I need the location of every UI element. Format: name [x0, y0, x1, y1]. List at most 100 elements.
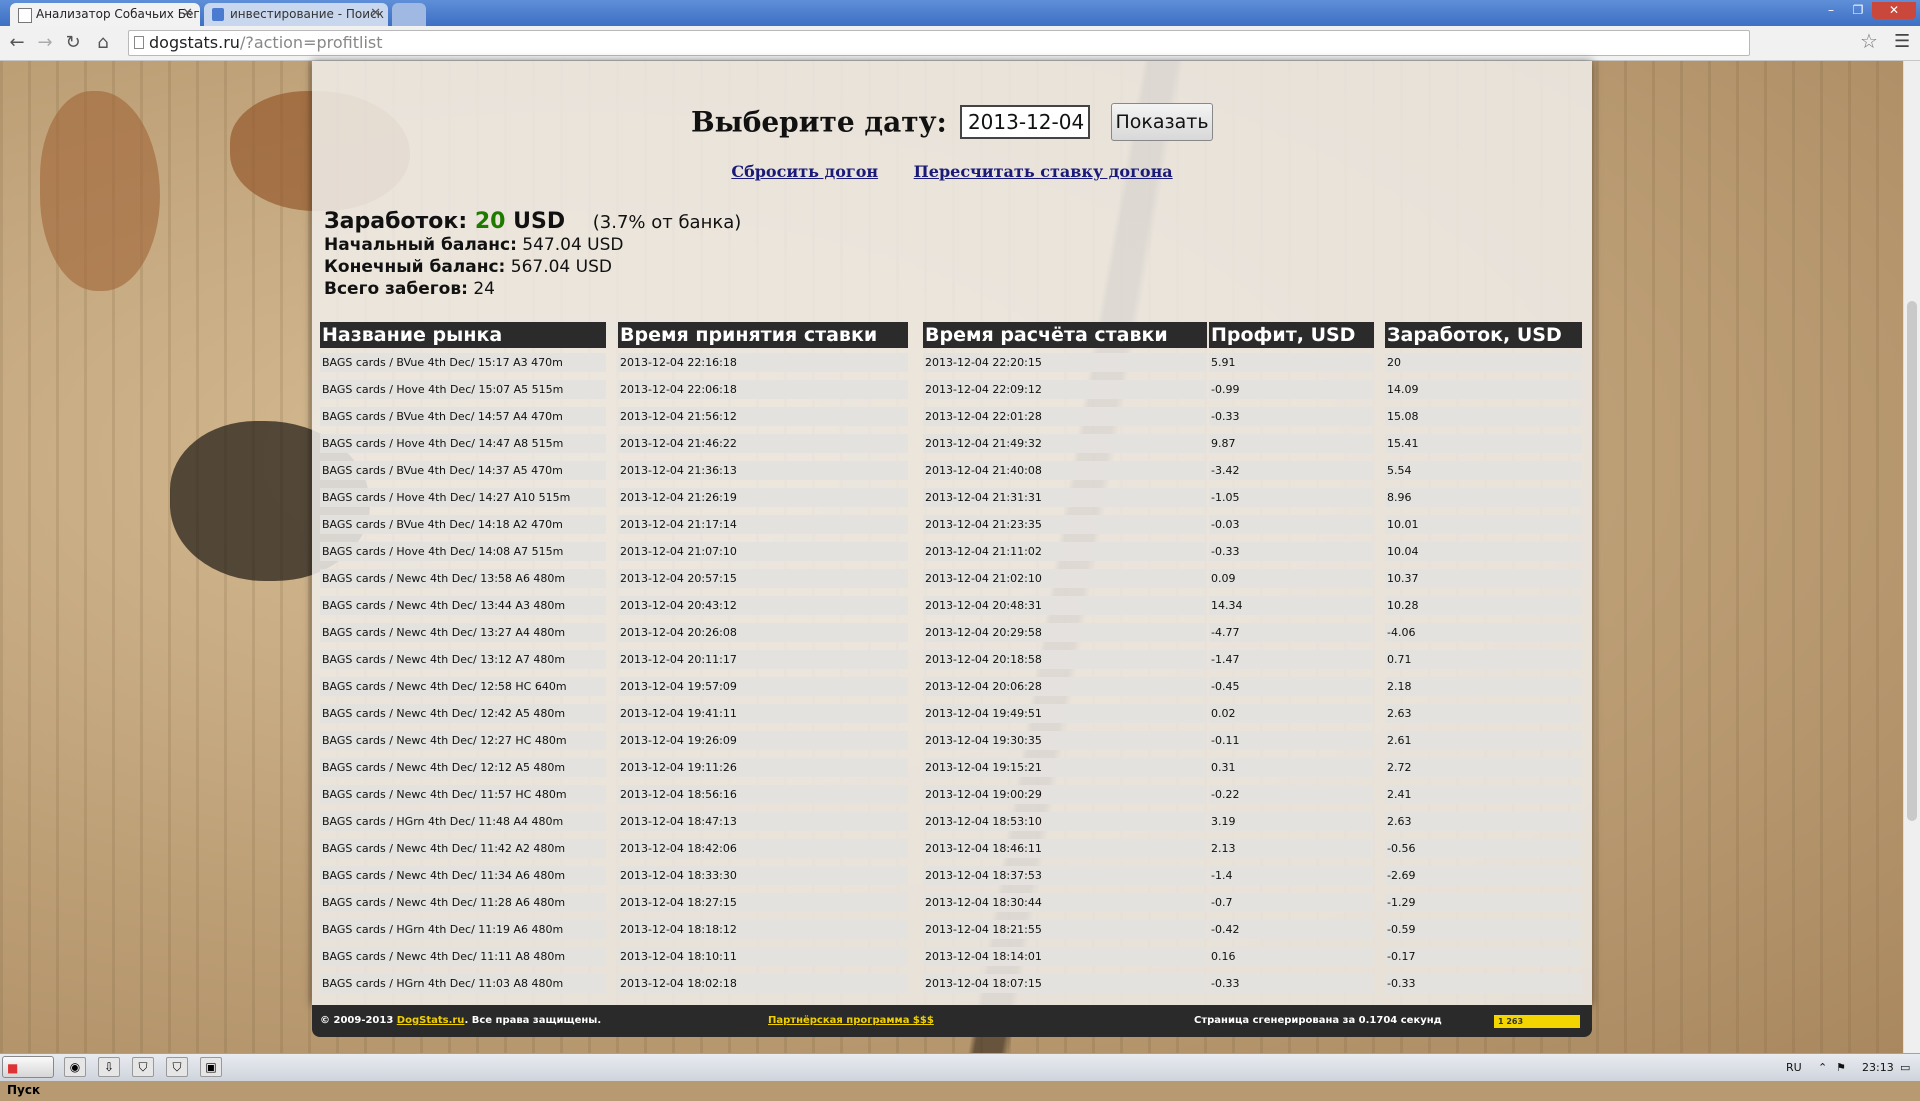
header-earnings: Заработок, USD [1385, 322, 1582, 348]
bet-settled-cell: 2013-12-04 20:48:31 [923, 596, 1207, 615]
minimize-icon[interactable]: – [1818, 2, 1844, 19]
bet-settled-cell: 2013-12-04 21:49:32 [923, 434, 1207, 453]
close-tab-icon[interactable]: ✕ [182, 6, 193, 21]
site-link[interactable]: DogStats.ru [397, 1015, 465, 1026]
start-balance-line: Начальный баланс: 547.04 USD [324, 234, 741, 256]
end-balance-label: Конечный баланс: [324, 257, 506, 277]
table-row: BAGS cards / Newc 4th Dec/ 12:27 HC 480m… [312, 731, 1592, 758]
tray-expand-icon[interactable]: ⌃ [1818, 1054, 1827, 1081]
bet-settled-cell: 2013-12-04 22:09:12 [923, 380, 1207, 399]
earnings-cell: -2.69 [1385, 866, 1582, 885]
profit-cell: -0.33 [1209, 974, 1374, 993]
tab-dogstats[interactable]: Анализатор Собачьих Бегов ✕ [10, 3, 200, 26]
shield-icon[interactable]: ⛉ [132, 1057, 154, 1077]
market-name-cell: BAGS cards / Hove 4th Dec/ 14:47 A8 515m [320, 434, 606, 453]
bet-accepted-cell: 2013-12-04 20:26:08 [618, 623, 908, 642]
market-name-cell: BAGS cards / Newc 4th Dec/ 11:11 A8 480m [320, 947, 606, 966]
shield-icon-2[interactable]: ⛉ [166, 1057, 188, 1077]
home-icon[interactable]: ⌂ [92, 32, 114, 54]
bet-accepted-cell: 2013-12-04 18:27:15 [618, 893, 908, 912]
profit-cell: -0.45 [1209, 677, 1374, 696]
market-name-cell: BAGS cards / Newc 4th Dec/ 11:57 HC 480m [320, 785, 606, 804]
arrow-down-icon[interactable]: ⇩ [98, 1057, 120, 1077]
bet-accepted-cell: 2013-12-04 21:26:19 [618, 488, 908, 507]
new-tab-button[interactable] [392, 3, 426, 26]
earnings-cell: 2.63 [1385, 704, 1582, 723]
scrollbar-thumb[interactable] [1907, 301, 1917, 821]
visit-counter-badge[interactable]: 1 263 [1494, 1015, 1580, 1028]
window-icon[interactable]: ▣ [200, 1057, 222, 1077]
page-icon [134, 36, 144, 49]
recalc-dogon-link[interactable]: Пересчитать ставку догона [914, 162, 1173, 181]
vertical-scrollbar[interactable] [1903, 61, 1920, 1053]
market-name-cell: BAGS cards / Newc 4th Dec/ 12:27 HC 480m [320, 731, 606, 750]
market-name-cell: BAGS cards / BVue 4th Dec/ 15:17 A3 470m [320, 353, 606, 372]
address-bar[interactable]: dogstats.ru/?action=profitlist [128, 30, 1750, 56]
bet-accepted-cell: 2013-12-04 20:43:12 [618, 596, 908, 615]
market-name-cell: BAGS cards / BVue 4th Dec/ 14:18 A2 470m [320, 515, 606, 534]
close-window-icon[interactable]: ✕ [1872, 2, 1916, 19]
copyright-prefix: © 2009-2013 [320, 1015, 394, 1026]
address-host: dogstats.ru [149, 33, 240, 52]
earnings-value: 20 [474, 209, 506, 234]
language-indicator[interactable]: RU [1786, 1054, 1802, 1081]
bet-settled-cell: 2013-12-04 20:29:58 [923, 623, 1207, 642]
bet-accepted-cell: 2013-12-04 21:56:12 [618, 407, 908, 426]
partner-program-link[interactable]: Партнёрская программа $$$ [768, 1005, 934, 1037]
table-row: BAGS cards / HGrn 4th Dec/ 11:19 A6 480m… [312, 920, 1592, 947]
header-market-name: Название рынка [320, 322, 606, 348]
date-input[interactable]: 2013-12-04 [959, 105, 1090, 139]
table-row: BAGS cards / BVue 4th Dec/ 14:57 A4 470m… [312, 407, 1592, 434]
bet-settled-cell: 2013-12-04 18:21:55 [923, 920, 1207, 939]
bet-settled-cell: 2013-12-04 18:53:10 [923, 812, 1207, 831]
bet-settled-cell: 2013-12-04 19:15:21 [923, 758, 1207, 777]
end-balance-value: 567.04 USD [510, 257, 612, 277]
maximize-icon[interactable]: ❐ [1845, 2, 1871, 19]
market-name-cell: BAGS cards / Newc 4th Dec/ 12:58 HC 640m [320, 677, 606, 696]
chrome-icon[interactable]: ◉ [64, 1057, 86, 1077]
bet-accepted-cell: 2013-12-04 18:47:13 [618, 812, 908, 831]
market-name-cell: BAGS cards / Newc 4th Dec/ 12:42 A5 480m [320, 704, 606, 723]
reset-dogon-link[interactable]: Сбросить догон [731, 162, 878, 181]
earnings-cell: 10.01 [1385, 515, 1582, 534]
bookmark-star-icon[interactable]: ☆ [1860, 29, 1878, 53]
bet-accepted-cell: 2013-12-04 18:33:30 [618, 866, 908, 885]
reload-icon[interactable]: ↻ [62, 32, 84, 54]
market-name-cell: BAGS cards / Newc 4th Dec/ 13:12 A7 480m [320, 650, 606, 669]
profit-cell: 2.13 [1209, 839, 1374, 858]
bet-accepted-cell: 2013-12-04 18:42:06 [618, 839, 908, 858]
market-name-cell: BAGS cards / Newc 4th Dec/ 13:27 A4 480m [320, 623, 606, 642]
bet-settled-cell: 2013-12-04 21:02:10 [923, 569, 1207, 588]
forward-arrow-icon[interactable]: → [34, 32, 56, 54]
table-row: BAGS cards / HGrn 4th Dec/ 11:48 A4 480m… [312, 812, 1592, 839]
table-row: BAGS cards / Hove 4th Dec/ 14:08 A7 515m… [312, 542, 1592, 569]
table-row: BAGS cards / Newc 4th Dec/ 11:28 A6 480m… [312, 893, 1592, 920]
market-name-cell: BAGS cards / Newc 4th Dec/ 11:34 A6 480m [320, 866, 606, 885]
bet-settled-cell: 2013-12-04 19:49:51 [923, 704, 1207, 723]
close-tab-icon[interactable]: ✕ [370, 6, 381, 21]
start-button[interactable]: ■ Пуск [2, 1056, 54, 1097]
bet-accepted-cell: 2013-12-04 20:11:17 [618, 650, 908, 669]
start-balance-label: Начальный баланс: [324, 235, 517, 255]
flag-icon[interactable]: ⚑ [1836, 1054, 1846, 1081]
earnings-cell: 0.71 [1385, 650, 1582, 669]
show-button[interactable]: Показать [1111, 103, 1214, 141]
earnings-cell: -0.17 [1385, 947, 1582, 966]
market-name-cell: BAGS cards / Newc 4th Dec/ 11:42 A2 480m [320, 839, 606, 858]
table-row: BAGS cards / Newc 4th Dec/ 12:58 HC 640m… [312, 677, 1592, 704]
show-desktop-icon[interactable]: ▭ [1900, 1054, 1910, 1081]
profit-cell: -1.47 [1209, 650, 1374, 669]
earnings-cell: 2.41 [1385, 785, 1582, 804]
races-label: Всего забегов: [324, 279, 468, 299]
page-footer: © 2009-2013 DogStats.ru. Все права защищ… [312, 1005, 1592, 1037]
profit-cell: -0.03 [1209, 515, 1374, 534]
earnings-cell: 8.96 [1385, 488, 1582, 507]
back-arrow-icon[interactable]: ← [6, 32, 28, 54]
bet-accepted-cell: 2013-12-04 19:11:26 [618, 758, 908, 777]
tab-google[interactable]: инвестирование - Поиск в Google ✕ [204, 3, 388, 26]
menu-icon[interactable]: ☰ [1894, 31, 1910, 52]
market-name-cell: BAGS cards / Hove 4th Dec/ 14:27 A10 515… [320, 488, 606, 507]
generation-time: Страница сгенерирована за 0.1704 секунд [1194, 1015, 1442, 1026]
table-row: BAGS cards / Newc 4th Dec/ 11:42 A2 480m… [312, 839, 1592, 866]
bet-accepted-cell: 2013-12-04 18:10:11 [618, 947, 908, 966]
